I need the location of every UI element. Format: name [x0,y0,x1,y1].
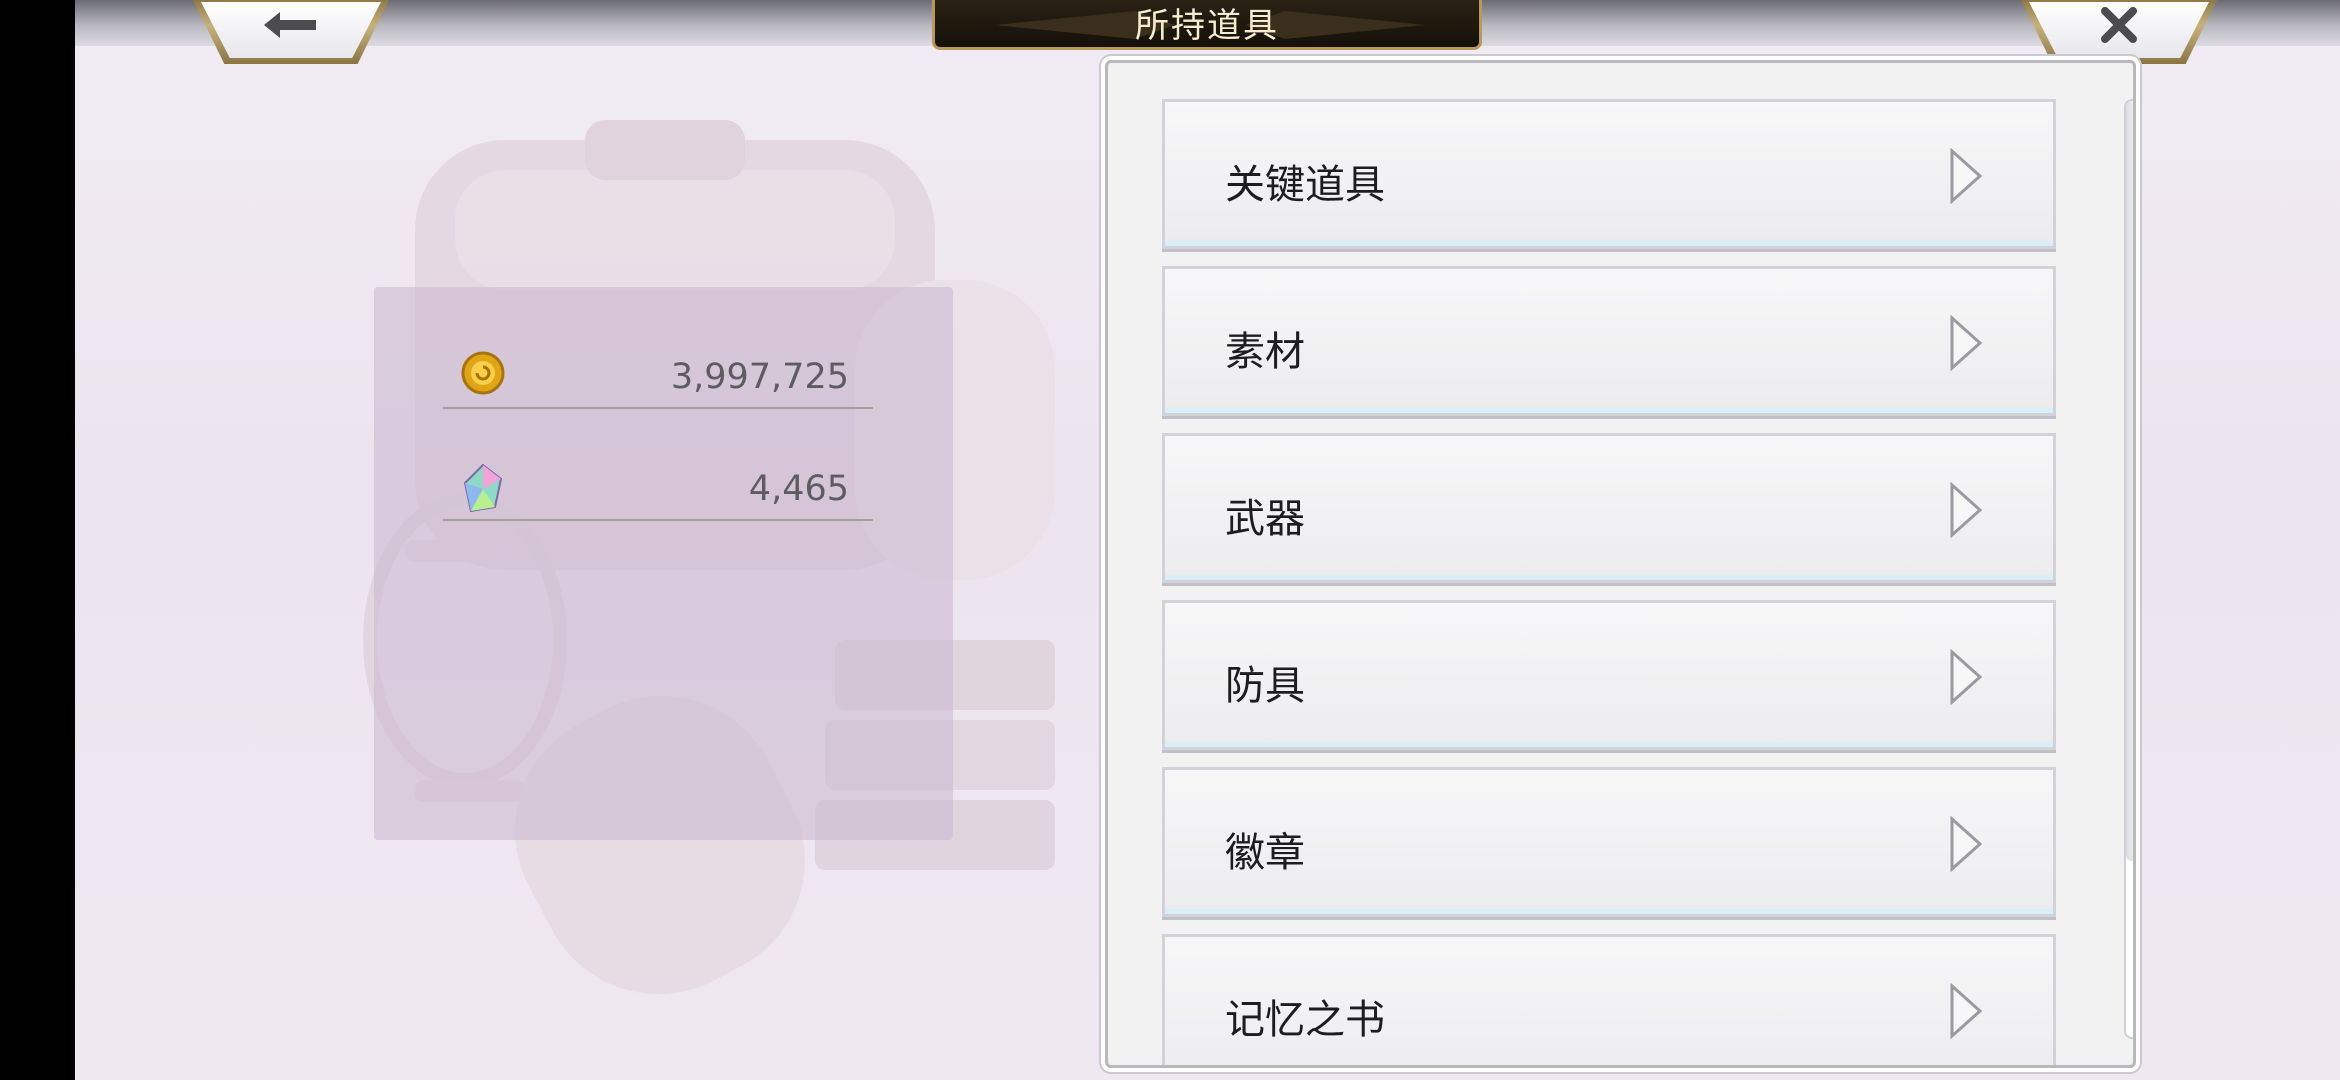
category-item-armor[interactable]: 防具 [1162,600,2056,750]
chevron-right-icon [1950,148,1983,204]
crystal-amount: 4,465 [748,469,849,509]
category-label: 素材 [1225,329,1305,375]
category-item-materials[interactable]: 素材 [1162,266,2056,416]
category-label: 关键道具 [1225,162,1385,208]
currency-row-crystal: 4,465 [443,459,873,521]
page-title: 所持道具 [1135,5,1279,46]
category-label: 防具 [1225,663,1305,709]
category-list[interactable]: 关键道具 素材 武器 防具 徽章 记忆之书 [1105,60,2136,1068]
close-button[interactable] [2021,0,2217,64]
category-item-key-items[interactable]: 关键道具 [1162,99,2056,249]
scroll-thumb[interactable] [2126,101,2133,861]
back-button[interactable] [193,0,389,64]
chevron-right-icon [1950,482,1983,538]
currency-panel: 3,997,725 4,465 [374,287,953,840]
category-item-weapons[interactable]: 武器 [1162,433,2056,583]
currency-row-gold: 3,997,725 [443,347,873,409]
close-icon [2101,7,2137,43]
chevron-right-icon [1950,649,1983,705]
page-title-plate: 所持道具 [932,0,1482,50]
arrow-left-icon [264,12,316,38]
gold-coin-icon [461,351,505,399]
category-item-badges[interactable]: 徽章 [1162,767,2056,917]
chevron-right-icon [1950,983,1983,1039]
chevron-right-icon [1950,816,1983,872]
category-label: 记忆之书 [1225,997,1385,1043]
rainbow-crystal-icon [461,463,505,517]
category-label: 武器 [1225,496,1305,542]
inventory-screen: 所持道具 3,997,725 4,465 关键道具 素材 武器 防具 徽章 记忆… [75,0,2340,1080]
chevron-right-icon [1950,315,1983,371]
category-item-memory-books[interactable]: 记忆之书 [1162,934,2056,1065]
category-label: 徽章 [1225,830,1305,876]
list-scrollbar[interactable] [2124,99,2133,1039]
gold-amount: 3,997,725 [670,357,849,397]
